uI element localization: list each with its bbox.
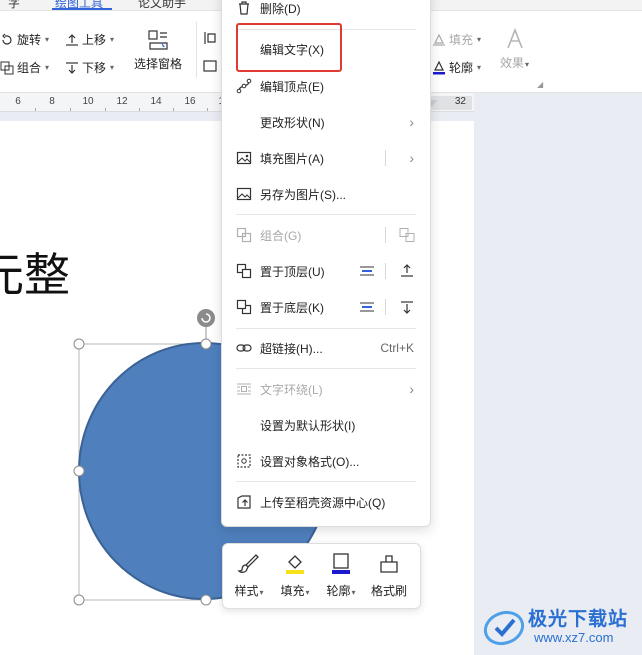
- menu-item-send-to-back[interactable]: 置于底层(K): [222, 292, 430, 322]
- menu-item-label: 超链接(H)...: [260, 341, 323, 356]
- menu-separator: [236, 368, 416, 369]
- floating-shape-toolbar: 样式▾ 填充▾ 轮廓▾ 格式刷: [222, 543, 421, 609]
- menu-item-label: 置于底层(K): [260, 300, 324, 315]
- menu-item-label: 更改形状(N): [260, 115, 325, 130]
- context-menu: 删除(D) 编辑文字(X) 编辑顶点(E) 更改形状(N) › 填充图片(A) …: [221, 0, 431, 527]
- resize-handle[interactable]: [200, 338, 212, 350]
- fill-picture-icon: [236, 150, 252, 166]
- menu-item-delete[interactable]: 删除(D): [222, 0, 430, 23]
- resize-handle[interactable]: [73, 594, 85, 606]
- menu-split-divider: [385, 227, 386, 243]
- watermark-title: 极光下载站: [528, 609, 629, 630]
- menu-item-shortcut: Ctrl+K: [380, 341, 414, 355]
- save-picture-icon: [236, 186, 252, 202]
- chevron-right-icon: ›: [409, 381, 414, 397]
- menu-item-fill-picture[interactable]: 填充图片(A) ›: [222, 143, 430, 173]
- style-button[interactable]: 样式▾: [227, 552, 271, 599]
- fill-bucket-icon: [286, 555, 304, 574]
- menu-split-divider: [385, 299, 386, 315]
- menu-separator: [236, 481, 416, 482]
- send-behind-text-icon[interactable]: [358, 299, 376, 315]
- fill-label: 填充▾: [280, 584, 310, 598]
- menu-item-format-object[interactable]: 设置对象格式(O)...: [222, 446, 430, 476]
- brush-icon: [237, 554, 259, 573]
- menu-split-divider: [385, 150, 386, 166]
- fill-button[interactable]: 填充▾: [273, 552, 317, 599]
- send-backward-icon[interactable]: [398, 299, 416, 315]
- ungroup-icon[interactable]: [398, 227, 416, 243]
- highlight-box: [236, 23, 342, 72]
- hyperlink-icon: [236, 340, 252, 356]
- menu-item-upload-docer[interactable]: 上传至稻壳资源中心(Q): [222, 487, 430, 517]
- format-object-icon: [236, 453, 252, 469]
- group-icon: [236, 227, 252, 243]
- style-label: 样式▾: [234, 584, 264, 598]
- outline-icon: [332, 553, 350, 574]
- menu-item-label: 填充图片(A): [260, 151, 324, 166]
- trash-icon: [236, 0, 252, 16]
- chevron-right-icon: ›: [409, 114, 414, 130]
- bring-above-text-icon[interactable]: [358, 263, 376, 279]
- menu-item-label: 置于顶层(U): [260, 264, 325, 279]
- format-painter-button[interactable]: 格式刷: [367, 552, 411, 599]
- rotate-handle[interactable]: [197, 309, 215, 327]
- menu-item-bring-to-front[interactable]: 置于顶层(U): [222, 256, 430, 286]
- resize-handle[interactable]: [73, 338, 85, 350]
- bring-to-front-icon: [236, 263, 252, 279]
- watermark-logo-icon: [483, 610, 525, 646]
- menu-item-label: 另存为图片(S)...: [260, 187, 346, 202]
- menu-item-label: 删除(D): [260, 1, 301, 16]
- menu-item-save-as-picture[interactable]: 另存为图片(S)...: [222, 179, 430, 209]
- watermark: 极光下载站 www.xz7.com: [482, 600, 642, 655]
- menu-item-group[interactable]: 组合(G): [222, 220, 430, 250]
- chevron-right-icon[interactable]: ›: [409, 150, 414, 166]
- resize-handle[interactable]: [73, 465, 85, 477]
- upload-icon: [236, 494, 252, 510]
- edit-points-icon: [236, 78, 252, 94]
- menu-split-divider: [385, 263, 386, 279]
- resize-handle[interactable]: [200, 594, 212, 606]
- outline-label: 轮廓▾: [326, 584, 356, 598]
- menu-item-label: 编辑顶点(E): [260, 79, 324, 94]
- watermark-url: www.xz7.com: [534, 630, 614, 645]
- menu-item-label: 组合(G): [260, 228, 302, 243]
- menu-item-label: 设置为默认形状(I): [260, 418, 356, 433]
- menu-item-set-default-shape[interactable]: 设置为默认形状(I): [222, 410, 430, 440]
- send-to-back-icon: [236, 299, 252, 315]
- menu-item-label: 文字环绕(L): [260, 382, 323, 397]
- menu-separator: [236, 328, 416, 329]
- menu-separator: [236, 214, 416, 215]
- menu-item-change-shape[interactable]: 更改形状(N) ›: [222, 107, 430, 137]
- format-painter-icon: [380, 555, 398, 573]
- outline-button[interactable]: 轮廓▾: [319, 552, 363, 599]
- bring-forward-icon[interactable]: [398, 263, 416, 279]
- format-painter-label: 格式刷: [370, 584, 407, 598]
- menu-item-edit-points[interactable]: 编辑顶点(E): [222, 71, 430, 101]
- menu-item-label: 设置对象格式(O)...: [260, 454, 360, 469]
- menu-item-label: 上传至稻壳资源中心(Q): [260, 495, 386, 510]
- menu-item-hyperlink[interactable]: 超链接(H)... Ctrl+K: [222, 333, 430, 363]
- text-wrap-icon: [236, 381, 252, 397]
- menu-item-text-wrap[interactable]: 文字环绕(L) ›: [222, 374, 430, 404]
